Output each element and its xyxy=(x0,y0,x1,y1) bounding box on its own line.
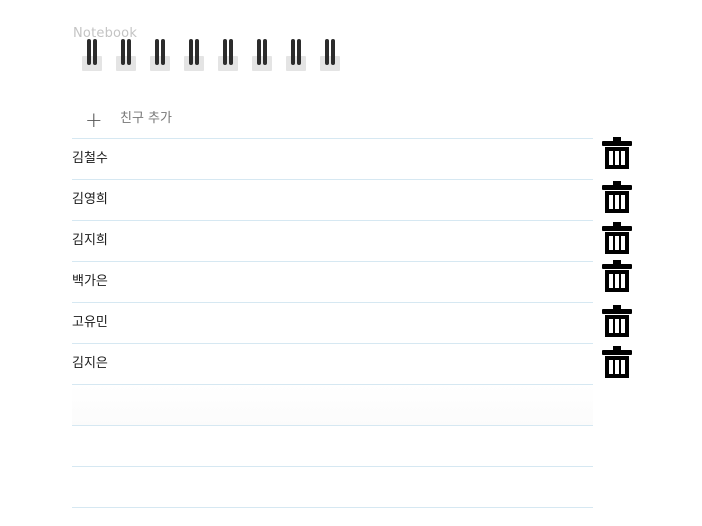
list-item: 백가은 xyxy=(72,262,593,303)
ring-icon xyxy=(150,38,170,72)
friend-name: 김지희 xyxy=(72,233,108,248)
trash-icon xyxy=(602,260,632,292)
friend-name: 김철수 xyxy=(72,151,108,166)
list-item: 김철수 xyxy=(72,139,593,180)
list-item: 김지은 xyxy=(72,344,593,385)
ring-icon xyxy=(320,38,340,72)
notebook-binding xyxy=(82,38,352,72)
ring-icon xyxy=(286,38,306,72)
ring-icon xyxy=(184,38,204,72)
friend-name: 김지은 xyxy=(72,356,108,371)
trash-icon xyxy=(602,222,632,254)
ring-icon xyxy=(116,38,136,72)
notebook-label: Notebook xyxy=(73,26,138,41)
delete-button[interactable] xyxy=(600,180,634,214)
plus-icon: + xyxy=(85,108,103,132)
empty-line xyxy=(72,426,593,467)
empty-line xyxy=(72,467,593,508)
delete-button[interactable] xyxy=(600,304,634,338)
friend-name: 고유민 xyxy=(72,315,108,330)
add-friend-label: 친구 추가 xyxy=(120,111,172,126)
list-item: 고유민 xyxy=(72,303,593,344)
trash-icon xyxy=(602,305,632,337)
trash-icon xyxy=(602,181,632,213)
ring-icon xyxy=(218,38,238,72)
ring-icon xyxy=(252,38,272,72)
add-friend-button[interactable]: + 친구 추가 xyxy=(72,104,593,139)
friend-name: 백가은 xyxy=(72,274,108,289)
list-item: 김영희 xyxy=(72,180,593,221)
delete-button[interactable] xyxy=(600,259,634,293)
empty-line xyxy=(72,385,593,426)
delete-button[interactable] xyxy=(600,221,634,255)
trash-icon xyxy=(602,137,632,169)
list-item: 김지희 xyxy=(72,221,593,262)
ring-icon xyxy=(82,38,102,72)
trash-icon xyxy=(602,346,632,378)
delete-button[interactable] xyxy=(600,345,634,379)
friend-name: 김영희 xyxy=(72,192,108,207)
delete-button[interactable] xyxy=(600,136,634,170)
friend-list: 김철수 김영희 김지희 백가은 고유민 김지은 xyxy=(72,139,593,508)
